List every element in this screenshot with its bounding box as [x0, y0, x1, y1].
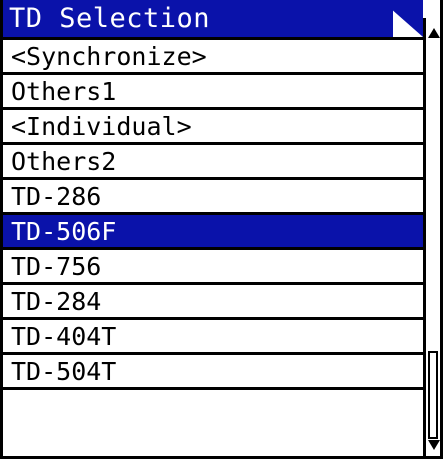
- list-item-label: Others2: [11, 147, 117, 176]
- list-item-td-506f-selected[interactable]: TD-506F: [3, 215, 423, 250]
- list-item-label: TD-506F: [11, 217, 117, 246]
- list-item-label: TD-404T: [11, 322, 117, 351]
- list-item-td-404t[interactable]: TD-404T: [3, 320, 423, 355]
- scroll-thumb[interactable]: [428, 351, 438, 439]
- list-item-synchronize[interactable]: <Synchronize>: [3, 40, 423, 75]
- list-item-label: TD-284: [11, 287, 102, 316]
- list-item-label: TD-286: [11, 182, 102, 211]
- list-item-td-286[interactable]: TD-286: [3, 180, 423, 215]
- list-item-label: <Individual>: [11, 112, 192, 141]
- list-item-others2[interactable]: Others2: [3, 145, 423, 180]
- list-item-td-756[interactable]: TD-756: [3, 250, 423, 285]
- td-selection-dialog: TD Selection <Synchronize> Others1 <Indi…: [0, 0, 443, 459]
- list-item-label: <Synchronize>: [11, 42, 207, 71]
- list-item-td-504t[interactable]: TD-504T: [3, 355, 423, 390]
- scroll-up-arrow-icon[interactable]: [428, 28, 440, 38]
- list-item-label: TD-756: [11, 252, 102, 281]
- title-bar: TD Selection: [3, 0, 423, 40]
- list-item-others1[interactable]: Others1: [3, 75, 423, 110]
- scroll-down-arrow-icon[interactable]: [428, 440, 440, 450]
- td-list: <Synchronize> Others1 <Individual> Other…: [3, 40, 423, 390]
- title-notch: [381, 0, 423, 37]
- list-item-td-284[interactable]: TD-284: [3, 285, 423, 320]
- list-item-label: Others1: [11, 77, 117, 106]
- list-item-individual[interactable]: <Individual>: [3, 110, 423, 145]
- list-item-label: TD-504T: [11, 357, 117, 386]
- dialog-title: TD Selection: [9, 3, 211, 34]
- vertical-scrollbar[interactable]: [423, 18, 440, 456]
